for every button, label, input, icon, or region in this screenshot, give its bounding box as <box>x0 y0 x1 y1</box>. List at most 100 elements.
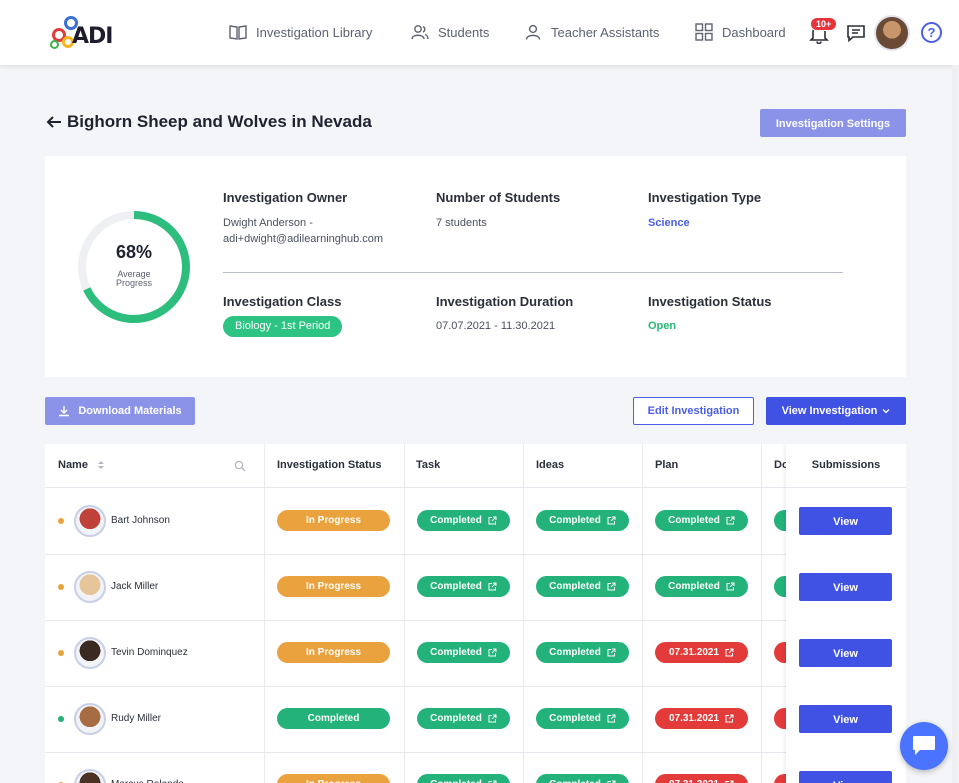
status-dot <box>58 518 64 524</box>
nav-label: Teacher Assistants <box>551 24 660 40</box>
investigation-info-card: 68% Average Progress Investigation Owner… <box>45 156 906 377</box>
average-progress-value: 68% <box>115 242 153 262</box>
ideas-status-label: Completed <box>549 581 601 592</box>
task-status-label: Completed <box>430 713 482 724</box>
owner-name: Dwight Anderson - <box>223 217 313 229</box>
column-divider <box>523 444 524 783</box>
view-submission-button[interactable]: View <box>799 507 892 535</box>
external-link-icon <box>607 714 616 723</box>
view-submission-button[interactable]: View <box>799 639 892 667</box>
student-avatar <box>74 703 106 735</box>
help-icon[interactable]: ? <box>921 22 942 43</box>
status-status-pill: Completed <box>277 708 390 729</box>
plan-status-pill[interactable]: 07.31.2021 <box>655 708 748 729</box>
student-avatar <box>74 505 106 537</box>
row-divider <box>45 620 906 621</box>
student-name[interactable]: Rudy Miller <box>111 713 161 724</box>
task-status-pill[interactable]: Completed <box>417 510 510 531</box>
notification-badge: 10+ <box>810 17 838 31</box>
column-divider <box>404 444 405 783</box>
user-icon <box>525 24 541 40</box>
row-divider <box>45 686 906 687</box>
page-scrollbar[interactable] <box>952 65 958 783</box>
name-header-label: Name <box>58 459 88 471</box>
grid-icon <box>695 23 713 41</box>
owner-email: adi+dwight@adilearninghub.com <box>223 233 384 245</box>
student-name[interactable]: Tevin Dominquez <box>111 647 188 658</box>
ideas-status-pill[interactable]: Completed <box>536 708 629 729</box>
ideas-status-label: Completed <box>549 713 601 724</box>
status-status-label: In Progress <box>306 779 361 783</box>
plan-status-pill[interactable]: Completed <box>655 576 748 597</box>
user-avatar[interactable] <box>874 15 910 51</box>
status-status-label: In Progress <box>305 515 362 526</box>
students-heading: Number of Students <box>436 190 561 205</box>
column-divider <box>642 444 643 783</box>
status-status-pill: In Progress <box>277 774 390 783</box>
message-icon[interactable] <box>846 23 866 43</box>
nav-label: Investigation Library <box>256 24 373 40</box>
download-materials-button[interactable]: Download Materials <box>45 397 195 425</box>
nav-dashboard[interactable]: Dashboard <box>694 22 786 42</box>
plan-status-pill[interactable]: Completed <box>655 510 748 531</box>
owner-heading: Investigation Owner <box>223 190 348 205</box>
external-link-icon <box>726 582 735 591</box>
student-name[interactable]: Bart Johnson <box>111 515 170 526</box>
student-name[interactable]: Jack Miller <box>111 581 158 592</box>
task-status-pill[interactable]: Completed <box>417 708 510 729</box>
status-status-pill: In Progress <box>277 642 390 663</box>
ideas-status-pill[interactable]: Completed <box>536 576 629 597</box>
column-header-task: Task <box>404 444 523 488</box>
student-avatar <box>74 769 106 783</box>
status-value: Open <box>648 320 677 332</box>
task-status-pill[interactable]: Completed <box>417 642 510 663</box>
chat-support-button[interactable] <box>900 722 948 770</box>
info-divider <box>223 272 843 273</box>
average-progress-label: Average Progress <box>75 270 193 288</box>
row-divider <box>45 752 906 753</box>
view-submission-button[interactable]: View <box>799 771 892 783</box>
status-status-pill: In Progress <box>277 510 390 531</box>
nav-investigation-library[interactable]: Investigation Library <box>228 22 372 42</box>
search-icon[interactable] <box>234 460 246 472</box>
plan-status-pill[interactable]: 07.31.2021 <box>655 642 748 663</box>
nav-label: Students <box>438 24 490 40</box>
external-link-icon <box>725 648 734 657</box>
column-divider <box>761 444 762 783</box>
task-status-pill[interactable]: Completed <box>417 576 510 597</box>
plan-status-pill[interactable]: 07.31.2021 <box>655 774 748 783</box>
row-divider <box>45 554 906 555</box>
task-status-label: Completed <box>430 581 482 592</box>
status-status-label: Completed <box>307 713 360 724</box>
view-investigation-label: View Investigation <box>781 405 878 417</box>
nav-students[interactable]: Students <box>410 22 489 42</box>
book-icon <box>229 25 247 40</box>
plan-status-label: 07.31.2021 <box>668 713 720 724</box>
students-table: Name Investigation Status Task Ideas Pla… <box>45 444 906 783</box>
status-status-label: In Progress <box>305 647 362 658</box>
ideas-status-pill[interactable]: Completed <box>536 774 629 783</box>
student-avatar <box>74 571 106 603</box>
ideas-status-pill[interactable]: Completed <box>536 642 629 663</box>
logo-gear-green <box>50 40 59 49</box>
task-status-label: Completed <box>430 647 482 658</box>
type-value: Science <box>648 217 690 229</box>
task-status-pill[interactable]: Completed <box>417 774 510 783</box>
view-submission-button[interactable]: View <box>799 573 892 601</box>
student-avatar <box>74 637 106 669</box>
view-submission-button[interactable]: View <box>799 705 892 733</box>
back-arrow-icon[interactable] <box>45 113 63 131</box>
class-badge: Biology - 1st Period <box>223 316 343 337</box>
sort-icon[interactable] <box>97 460 105 470</box>
ideas-status-pill[interactable]: Completed <box>536 510 629 531</box>
adi-logo[interactable]: ADI <box>50 16 113 50</box>
top-nav: ADI Investigation Library Students Teach… <box>0 0 959 65</box>
external-link-icon <box>488 714 497 723</box>
plan-status-label: Completed <box>668 581 720 592</box>
nav-teacher-assistants[interactable]: Teacher Assistants <box>523 22 659 42</box>
student-name[interactable]: Marcus Rolando <box>111 779 184 783</box>
column-header-name[interactable]: Name <box>45 444 264 488</box>
investigation-settings-button[interactable]: Investigation Settings <box>760 109 906 137</box>
edit-investigation-button[interactable]: Edit Investigation <box>633 397 754 425</box>
view-investigation-dropdown[interactable]: View Investigation <box>766 397 906 425</box>
